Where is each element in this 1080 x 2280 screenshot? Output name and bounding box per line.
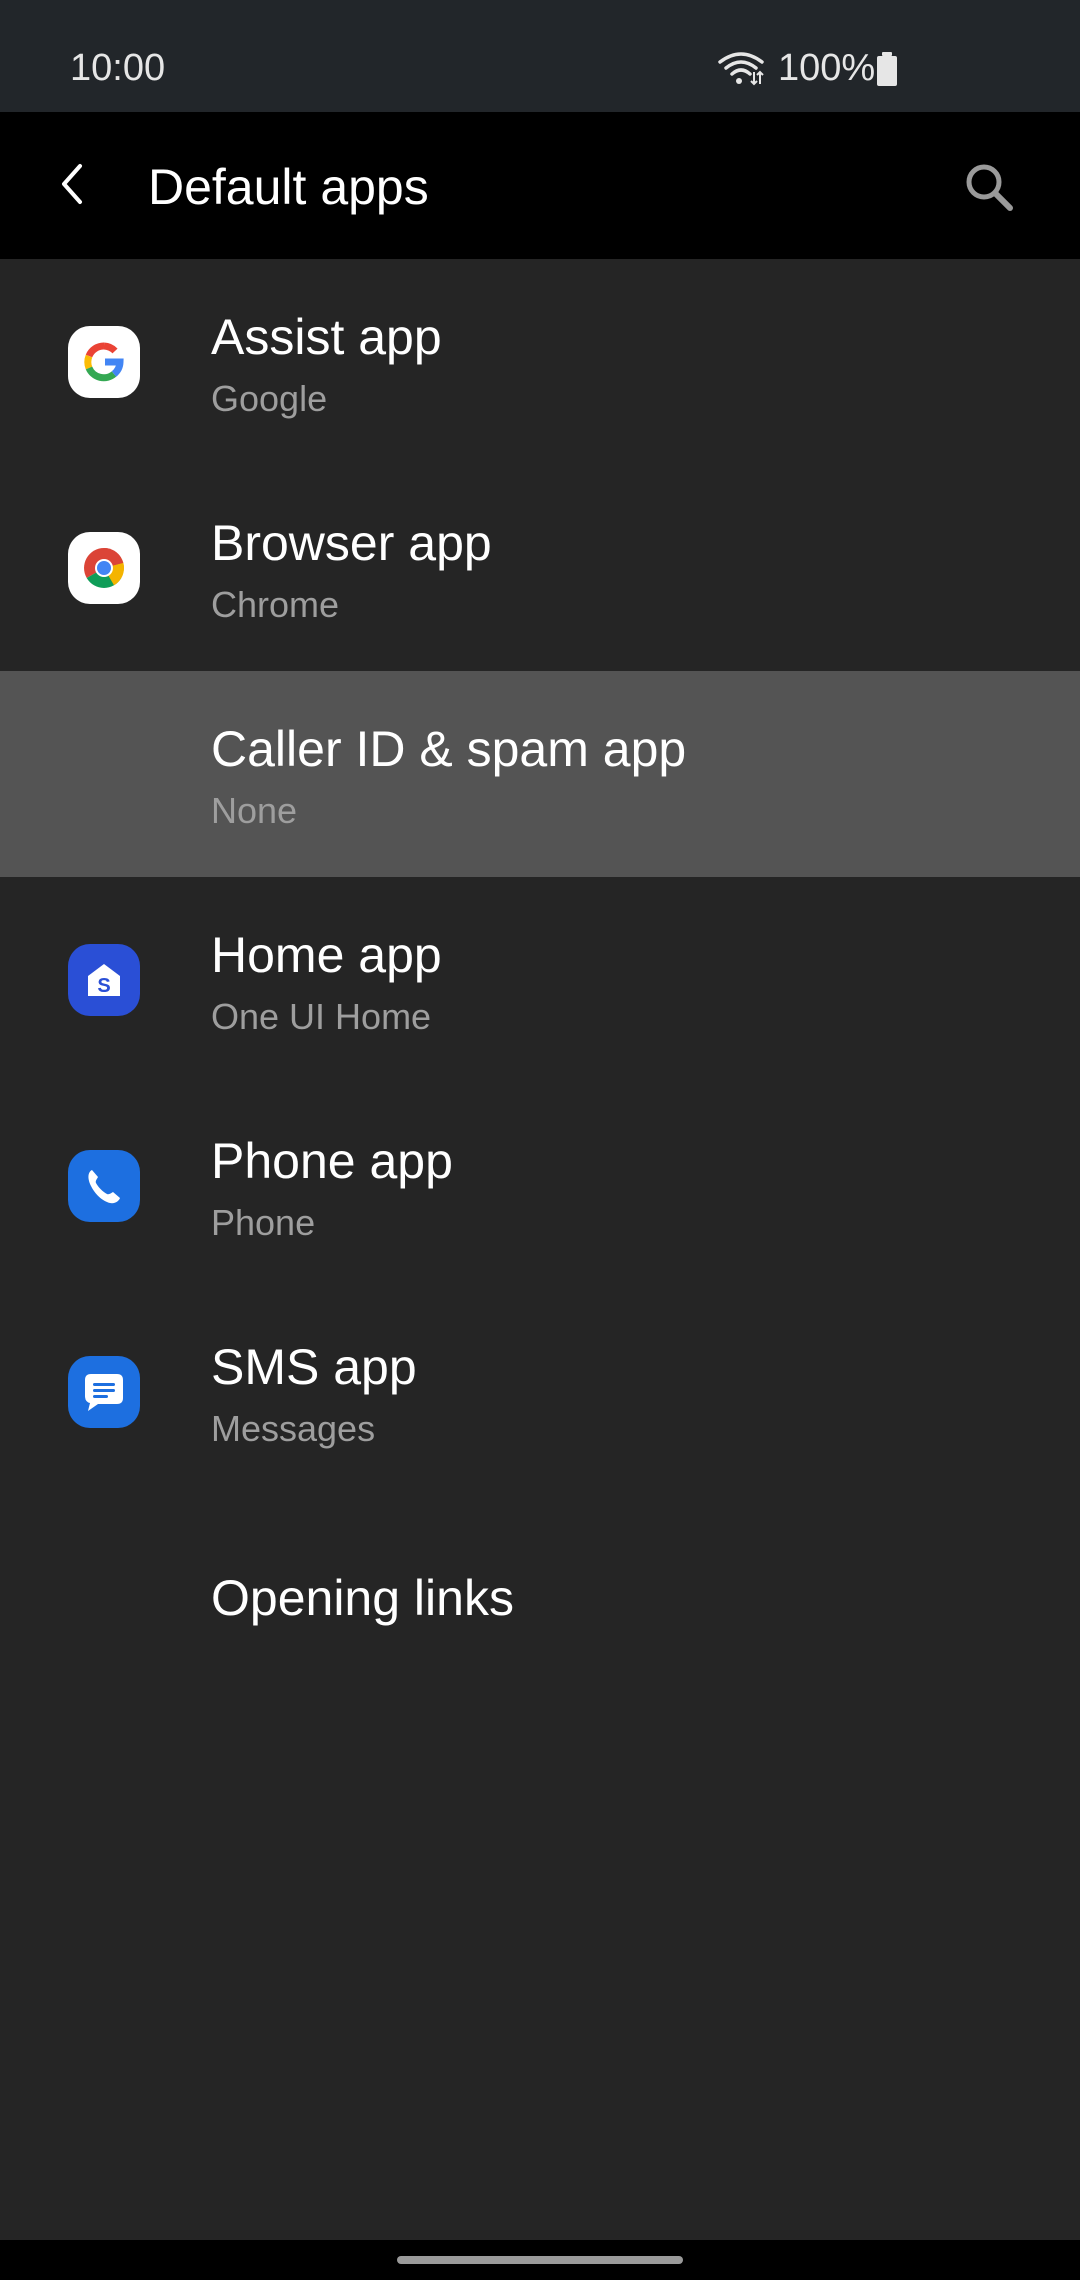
svg-text:S: S (97, 975, 110, 997)
wifi-icon (718, 52, 764, 86)
list-item-title: SMS app (211, 1339, 417, 1395)
list-item-subtitle: Chrome (211, 584, 340, 625)
back-arrow-icon[interactable] (50, 152, 94, 216)
list-item-subtitle: Google (211, 378, 328, 419)
google-icon (68, 326, 140, 398)
status-bar: 10:00 100% (0, 0, 1080, 112)
list-item-phone-app[interactable]: Phone app Phone (0, 1083, 1080, 1289)
phone-icon (68, 1150, 140, 1222)
list-item-title: Caller ID & spam app (211, 721, 687, 777)
list-item-browser-app[interactable]: Browser app Chrome (0, 465, 1080, 671)
app-bar: Default apps (0, 112, 1080, 259)
list-item-title: Phone app (211, 1133, 453, 1189)
list-item-subtitle: Phone (211, 1202, 316, 1243)
search-icon[interactable] (962, 160, 1018, 216)
list-item-opening-links[interactable]: Opening links (0, 1495, 1080, 1701)
list-item-subtitle: None (211, 790, 298, 831)
list-item-title: Browser app (211, 515, 492, 571)
list-item-caller-id-spam-app[interactable]: Caller ID & spam app None (0, 671, 1080, 877)
battery-icon (877, 52, 897, 86)
status-time: 10:00 (70, 47, 166, 89)
list-item-subtitle: One UI Home (211, 996, 432, 1037)
chrome-icon (68, 532, 140, 604)
page-title: Default apps (148, 159, 429, 215)
list-item-sms-app[interactable]: SMS app Messages (0, 1289, 1080, 1495)
list-item-subtitle: Messages (211, 1408, 376, 1449)
list-item-home-app[interactable]: S Home app One UI Home (0, 877, 1080, 1083)
messages-icon (68, 1356, 140, 1428)
list-item-title: Home app (211, 927, 442, 983)
battery-percent: 100% (778, 47, 876, 89)
list-item-title: Opening links (211, 1570, 514, 1626)
navigation-bar (0, 2240, 1080, 2280)
one-ui-home-icon: S (68, 944, 140, 1016)
default-apps-list: Assist app Google Browser app Chrome Cal… (0, 259, 1080, 1701)
list-item-assist-app[interactable]: Assist app Google (0, 259, 1080, 465)
home-gesture-handle[interactable] (397, 2256, 683, 2264)
list-item-title: Assist app (211, 309, 442, 365)
